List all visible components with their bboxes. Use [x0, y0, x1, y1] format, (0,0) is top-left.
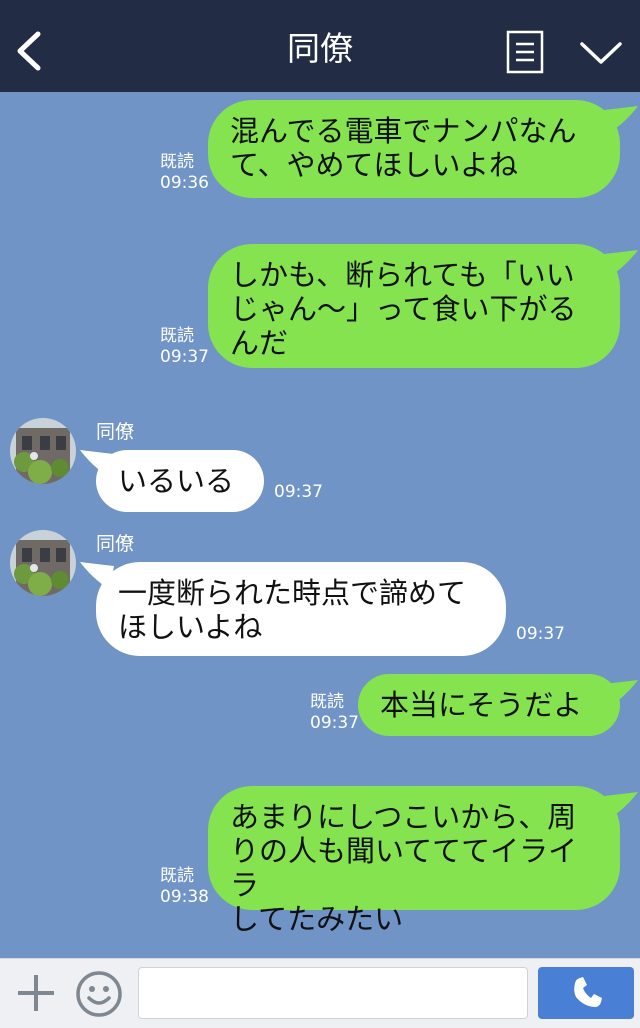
chat-title: 同僚 — [287, 29, 353, 68]
message-line: してたみたい — [230, 902, 404, 936]
message-bubble-received[interactable]: 一度断られた時点で諦めて ほしいよね — [96, 562, 506, 656]
message-list[interactable]: 混んでる電車でナンパなん て、やめてほしいよね 既読 09:36 しかも、断られ… — [0, 92, 640, 958]
chat-header: 同僚 — [0, 0, 640, 92]
message-line: しかも、断られても「いい — [230, 258, 575, 292]
read-receipt: 既読 09:37 — [310, 692, 359, 733]
message-line: 本当にそうだよ — [380, 688, 583, 722]
message-bubble-sent[interactable]: 混んでる電車でナンパなん て、やめてほしいよね — [208, 100, 620, 198]
phone-icon — [574, 977, 602, 1007]
sender-name: 同僚 — [96, 533, 135, 555]
message-line: じゃん〜」って食い下がる — [230, 292, 577, 326]
message-bubble-sent[interactable]: しかも、断られても「いい じゃん〜」って食い下がる んだ — [208, 244, 620, 368]
smiley-icon[interactable] — [74, 969, 124, 1019]
message-input[interactable] — [138, 967, 528, 1019]
message-line: 一度断られた時点で諦めて — [118, 576, 467, 610]
message-time: 09:37 — [274, 482, 323, 502]
message-input-bar — [0, 958, 640, 1028]
message-line: あまりにしつこいから、周 — [230, 800, 577, 834]
bubble-tail — [604, 792, 638, 820]
sender-name: 同僚 — [96, 421, 135, 443]
message-line: んだ — [230, 326, 289, 360]
read-receipt: 既読 09:38 — [160, 866, 209, 907]
message-line: て、やめてほしいよね — [230, 148, 518, 182]
chevron-down-icon[interactable] — [578, 36, 624, 70]
avatar[interactable] — [10, 418, 76, 484]
bubble-tail — [604, 250, 638, 278]
message-line: ほしいよね — [118, 610, 263, 644]
plus-icon[interactable] — [14, 971, 58, 1015]
avatar-image — [10, 530, 76, 596]
bubble-tail — [604, 106, 638, 134]
avatar-image — [10, 418, 76, 484]
message-bubble-received[interactable]: いるいる — [96, 450, 264, 512]
message-bubble-sent[interactable]: 本当にそうだよ — [358, 674, 620, 736]
message-line: りの人も聞いてててイライラ — [230, 834, 578, 902]
message-bubble-sent[interactable]: あまりにしつこいから、周 りの人も聞いてててイライラ してたみたい — [208, 786, 620, 936]
message-line: 混んでる電車でナンパなん — [230, 114, 577, 148]
message-line: いるいる — [118, 464, 235, 498]
menu-list-icon[interactable] — [506, 30, 544, 74]
bubble-tail — [604, 680, 638, 708]
avatar[interactable] — [10, 530, 76, 596]
read-receipt: 既読 09:37 — [160, 326, 209, 367]
message-time: 09:37 — [516, 624, 565, 644]
read-receipt: 既読 09:36 — [160, 152, 209, 193]
call-button[interactable] — [538, 967, 634, 1019]
